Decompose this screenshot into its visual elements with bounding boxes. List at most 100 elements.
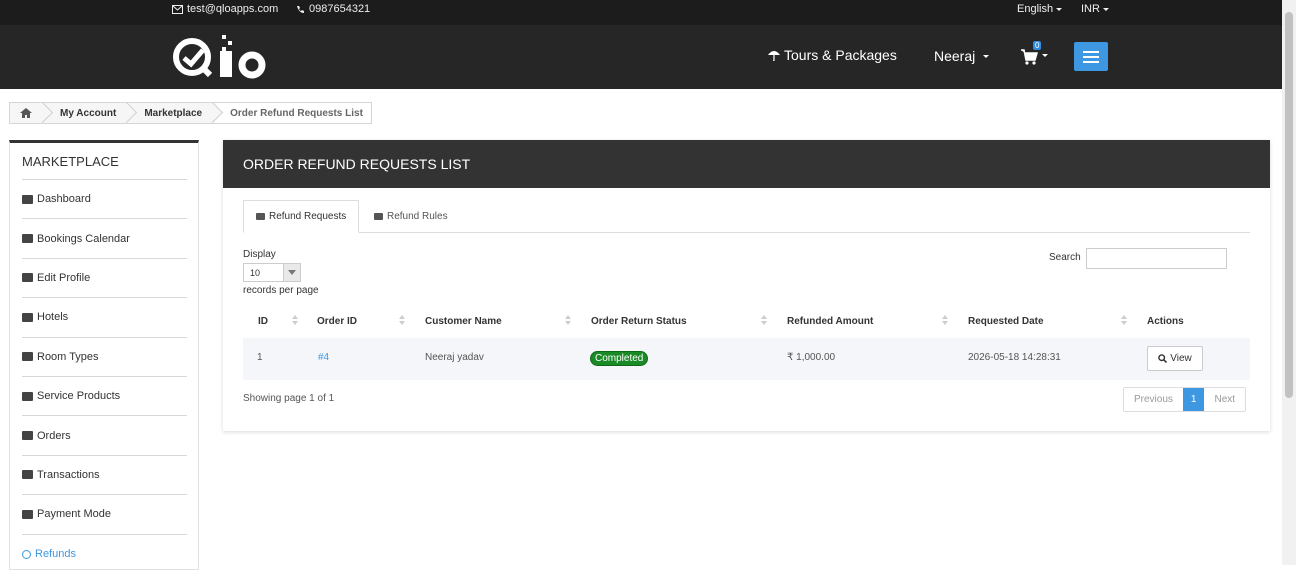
user-plus-icon — [22, 391, 33, 401]
sidebar-item-label: Refunds — [35, 548, 76, 561]
hamburger-menu-button[interactable] — [1074, 42, 1108, 71]
tours-packages-link[interactable]: Tours & Packages — [768, 47, 897, 63]
phone-text: 0987654321 — [309, 3, 371, 15]
sidebar-item-refunds[interactable]: Refunds — [22, 535, 187, 574]
menu-bar — [1083, 60, 1099, 63]
sidebar-item-label: Bookings Calendar — [37, 232, 130, 245]
next-page-button[interactable]: Next — [1204, 388, 1245, 411]
tab-label: Refund Requests — [269, 211, 347, 222]
cell-id: 1 — [257, 352, 263, 363]
chevron-down-icon — [1042, 54, 1048, 57]
column-header-order-id[interactable]: Order ID — [317, 316, 357, 327]
currency-dropdown[interactable]: INR — [1081, 3, 1109, 15]
refund-requests-table: ID Order ID Customer Name Order Return S… — [243, 306, 1250, 380]
sidebar-item-hotels[interactable]: Hotels — [22, 298, 187, 338]
column-header-refunded-amount[interactable]: Refunded Amount — [787, 316, 873, 327]
pagination-info: Showing page 1 of 1 — [243, 393, 335, 404]
sidebar-item-room-types[interactable]: Room Types — [22, 338, 187, 377]
gift-icon — [256, 213, 265, 220]
language-dropdown[interactable]: English — [1017, 3, 1063, 15]
sort-icon[interactable] — [292, 315, 298, 326]
column-header-id[interactable]: ID — [258, 316, 268, 327]
sort-icon[interactable] — [942, 315, 948, 326]
tab-refund-rules[interactable]: Refund Rules — [362, 200, 460, 233]
shopping-cart-icon — [1021, 49, 1038, 65]
page-scrollbar[interactable] — [1282, 0, 1296, 565]
sidebar-item-dashboard[interactable]: Dashboard — [22, 180, 187, 220]
qlo-logo[interactable] — [172, 33, 272, 81]
column-header-requested-date[interactable]: Requested Date — [968, 316, 1044, 327]
breadcrumb-home[interactable] — [10, 103, 44, 123]
top-bar: test@qloapps.com 0987654321 English INR — [0, 0, 1282, 25]
user-menu[interactable]: Neeraj — [934, 48, 990, 64]
dashboard-icon — [22, 194, 33, 204]
breadcrumb-marketplace[interactable]: Marketplace — [128, 103, 214, 123]
contact-email[interactable]: test@qloapps.com — [172, 3, 278, 15]
cell-order-id-link[interactable]: #4 — [318, 352, 329, 363]
sidebar-item-label: Edit Profile — [37, 271, 91, 284]
search-plus-icon — [1158, 354, 1168, 363]
scrollbar-thumb[interactable] — [1285, 12, 1293, 398]
bed-icon — [22, 352, 33, 362]
search-label: Search — [1049, 252, 1081, 263]
tours-label: Tours & Packages — [784, 47, 897, 63]
sidebar-item-label: Dashboard — [37, 193, 91, 206]
sort-icon[interactable] — [565, 315, 571, 326]
contact-phone[interactable]: 0987654321 — [296, 3, 370, 15]
pagination: Previous 1 Next — [1123, 387, 1247, 412]
sidebar: MARKETPLACE Dashboard Bookings Calendar … — [9, 140, 199, 570]
column-header-return-status[interactable]: Order Return Status — [591, 316, 687, 327]
currency-label: INR — [1081, 3, 1100, 15]
menu-bar — [1083, 55, 1099, 58]
sort-icon[interactable] — [761, 315, 767, 326]
main-header: Tours & Packages Neeraj 0 — [0, 25, 1282, 89]
sidebar-item-label: Service Products — [37, 390, 121, 403]
sidebar-item-service-products[interactable]: Service Products — [22, 377, 187, 417]
sidebar-item-transactions[interactable]: Transactions — [22, 456, 187, 496]
cart-button[interactable]: 0 — [1021, 41, 1051, 71]
tab-bar: Refund Requests Refund Rules — [243, 200, 1250, 233]
breadcrumb-current: Order Refund Requests List — [214, 103, 371, 123]
undo-icon — [22, 549, 31, 559]
sidebar-item-label: Room Types — [37, 350, 99, 363]
user-name: Neeraj — [934, 48, 976, 64]
sort-icon[interactable] — [1121, 315, 1127, 326]
breadcrumb-my-account[interactable]: My Account — [44, 103, 128, 123]
chevron-down-icon — [983, 54, 990, 58]
sidebar-item-payment-mode[interactable]: Payment Mode — [22, 495, 187, 535]
cart-count-badge: 0 — [1033, 41, 1042, 50]
sort-icon[interactable] — [399, 315, 405, 326]
previous-page-button[interactable]: Previous — [1124, 388, 1183, 411]
tab-refund-requests[interactable]: Refund Requests — [243, 200, 360, 233]
view-button[interactable]: View — [1147, 346, 1203, 371]
page-1-button[interactable]: 1 — [1182, 388, 1205, 411]
building-icon — [22, 312, 33, 322]
status-badge: Completed — [590, 351, 649, 366]
sidebar-item-label: Transactions — [37, 468, 100, 481]
records-per-page-select[interactable]: 10 — [243, 263, 301, 282]
sidebar-item-edit-profile[interactable]: Edit Profile — [22, 259, 187, 299]
money-icon — [374, 213, 383, 220]
sidebar-item-label: Orders — [37, 429, 71, 442]
chevron-down-icon — [1056, 7, 1063, 11]
sidebar-item-label: Hotels — [37, 311, 69, 324]
panel-header: ORDER REFUND REQUESTS LIST — [223, 140, 1270, 188]
chevron-down-icon — [283, 264, 300, 281]
column-header-customer-name[interactable]: Customer Name — [425, 316, 502, 327]
user-icon — [22, 273, 33, 283]
envelope-icon — [172, 4, 183, 14]
money-icon — [22, 470, 33, 480]
breadcrumb: My Account Marketplace Order Refund Requ… — [9, 102, 372, 124]
sidebar-item-bookings-calendar[interactable]: Bookings Calendar — [22, 219, 187, 259]
credit-card-icon — [22, 431, 33, 441]
view-button-label: View — [1170, 353, 1192, 364]
column-header-actions: Actions — [1147, 316, 1184, 327]
phone-icon — [297, 5, 304, 13]
sidebar-item-orders[interactable]: Orders — [22, 416, 187, 456]
sidebar-item-label: Payment Mode — [37, 508, 111, 521]
language-label: English — [1017, 3, 1054, 15]
page-title: ORDER REFUND REQUESTS LIST — [243, 156, 471, 172]
sidebar-title: MARKETPLACE — [22, 154, 119, 169]
search-input[interactable] — [1086, 248, 1227, 269]
records-per-page-value: 10 — [250, 268, 261, 278]
